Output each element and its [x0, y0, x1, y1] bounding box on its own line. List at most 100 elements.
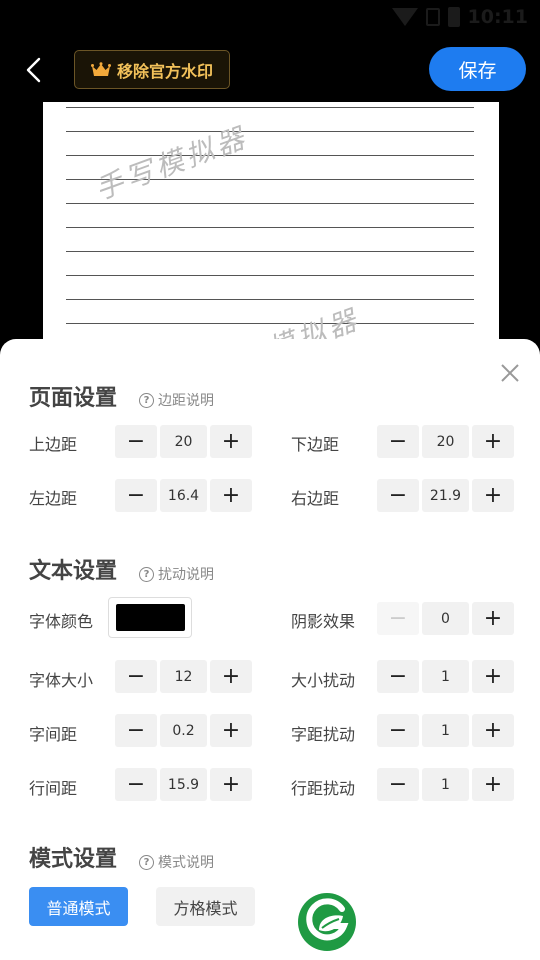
plus-icon: + [483, 428, 503, 454]
increment-button[interactable]: + [472, 660, 514, 693]
font-size-label: 字体大小 [29, 671, 94, 690]
plus-icon: + [483, 605, 503, 631]
grid-mode-button[interactable]: 方格模式 [156, 887, 255, 926]
spacing-jitter-stepper: − 1 + [377, 714, 514, 747]
ruled-line [66, 323, 474, 324]
size-jitter-stepper: − 1 + [377, 660, 514, 693]
right-margin-value[interactable]: 21.9 [422, 479, 469, 512]
decrement-button[interactable]: − [115, 425, 157, 458]
minus-icon: − [388, 717, 408, 743]
line-jitter-label: 行距扰动 [291, 779, 356, 798]
close-icon[interactable] [495, 358, 525, 388]
ruled-line [66, 251, 474, 252]
minus-icon: − [126, 717, 146, 743]
right-margin-stepper: − 21.9 + [377, 479, 514, 512]
margin-help-label: 边距说明 [158, 393, 214, 409]
minus-icon: − [388, 482, 408, 508]
decrement-button[interactable]: − [377, 714, 419, 747]
increment-button[interactable]: + [210, 479, 252, 512]
increment-button[interactable]: + [210, 425, 252, 458]
letter-spacing-value[interactable]: 0.2 [160, 714, 207, 747]
app-logo-icon [298, 893, 356, 951]
save-button[interactable]: 保存 [429, 47, 526, 91]
minus-icon: − [388, 663, 408, 689]
line-jitter-value[interactable]: 1 [422, 768, 469, 801]
decrement-button[interactable]: − [377, 602, 419, 635]
increment-button[interactable]: + [472, 425, 514, 458]
decrement-button[interactable]: − [115, 714, 157, 747]
plus-icon: + [483, 663, 503, 689]
font-color-swatch [115, 604, 185, 631]
right-margin-label: 右边距 [291, 489, 340, 508]
status-time: 10:11 [467, 6, 528, 28]
left-margin-label: 左边距 [29, 489, 78, 508]
ruled-line [66, 131, 474, 132]
help-circle-icon: ? [139, 566, 154, 582]
sim-icon [425, 8, 440, 26]
size-jitter-value[interactable]: 1 [422, 660, 469, 693]
line-spacing-label: 行间距 [29, 779, 78, 798]
decrement-button[interactable]: − [377, 425, 419, 458]
font-size-stepper: − 12 + [115, 660, 252, 693]
back-arrow-icon [26, 57, 41, 83]
jitter-help-link[interactable]: ? 扰动说明 [139, 564, 214, 584]
remove-watermark-button[interactable]: 移除官方水印 [74, 50, 230, 89]
increment-button[interactable]: + [472, 714, 514, 747]
shadow-value[interactable]: 0 [422, 602, 469, 635]
plus-icon: + [483, 771, 503, 797]
font-size-value[interactable]: 12 [160, 660, 207, 693]
plus-icon: + [221, 482, 241, 508]
mode-help-label: 模式说明 [158, 855, 214, 871]
minus-icon: − [388, 428, 408, 454]
ruled-line [66, 275, 474, 276]
spacing-jitter-value[interactable]: 1 [422, 714, 469, 747]
line-spacing-stepper: − 15.9 + [115, 768, 252, 801]
plus-icon: + [221, 428, 241, 454]
minus-icon: − [388, 771, 408, 797]
decrement-button[interactable]: − [377, 660, 419, 693]
help-circle-icon: ? [139, 854, 154, 870]
font-color-picker[interactable] [108, 597, 192, 638]
shadow-label: 阴影效果 [291, 612, 356, 631]
text-settings-title: 文本设置 [29, 559, 118, 584]
left-margin-value[interactable]: 16.4 [160, 479, 207, 512]
ruled-line [66, 299, 474, 300]
help-circle-icon: ? [139, 392, 154, 408]
left-margin-stepper: − 16.4 + [115, 479, 252, 512]
top-margin-value[interactable]: 20 [160, 425, 207, 458]
preview-watermark: 手写模拟器 [90, 120, 253, 207]
top-margin-label: 上边距 [29, 435, 78, 454]
increment-button[interactable]: + [472, 479, 514, 512]
minus-icon: − [126, 482, 146, 508]
ruled-line [66, 107, 474, 108]
decrement-button[interactable]: − [115, 660, 157, 693]
ruled-line [66, 227, 474, 228]
decrement-button[interactable]: − [377, 479, 419, 512]
paper-preview: 手写模拟器 手写模拟器 [43, 102, 499, 362]
increment-button[interactable]: + [472, 602, 514, 635]
back-button[interactable] [14, 48, 54, 92]
line-jitter-stepper: − 1 + [377, 768, 514, 801]
ruled-line [66, 203, 474, 204]
battery-icon [447, 7, 460, 27]
line-spacing-value[interactable]: 15.9 [160, 768, 207, 801]
increment-button[interactable]: + [472, 768, 514, 801]
minus-icon: − [126, 428, 146, 454]
decrement-button[interactable]: − [115, 768, 157, 801]
increment-button[interactable]: + [210, 660, 252, 693]
top-margin-stepper: − 20 + [115, 425, 252, 458]
status-icons: 10:11 [391, 6, 528, 28]
increment-button[interactable]: + [210, 714, 252, 747]
plus-icon: + [221, 663, 241, 689]
size-jitter-label: 大小扰动 [291, 671, 356, 690]
decrement-button[interactable]: − [377, 768, 419, 801]
plus-icon: + [221, 717, 241, 743]
normal-mode-button[interactable]: 普通模式 [29, 887, 128, 926]
plus-icon: + [221, 771, 241, 797]
increment-button[interactable]: + [210, 768, 252, 801]
shadow-stepper: − 0 + [377, 602, 514, 635]
decrement-button[interactable]: − [115, 479, 157, 512]
bottom-margin-value[interactable]: 20 [422, 425, 469, 458]
margin-help-link[interactable]: ? 边距说明 [139, 390, 214, 410]
mode-help-link[interactable]: ? 模式说明 [139, 852, 214, 872]
